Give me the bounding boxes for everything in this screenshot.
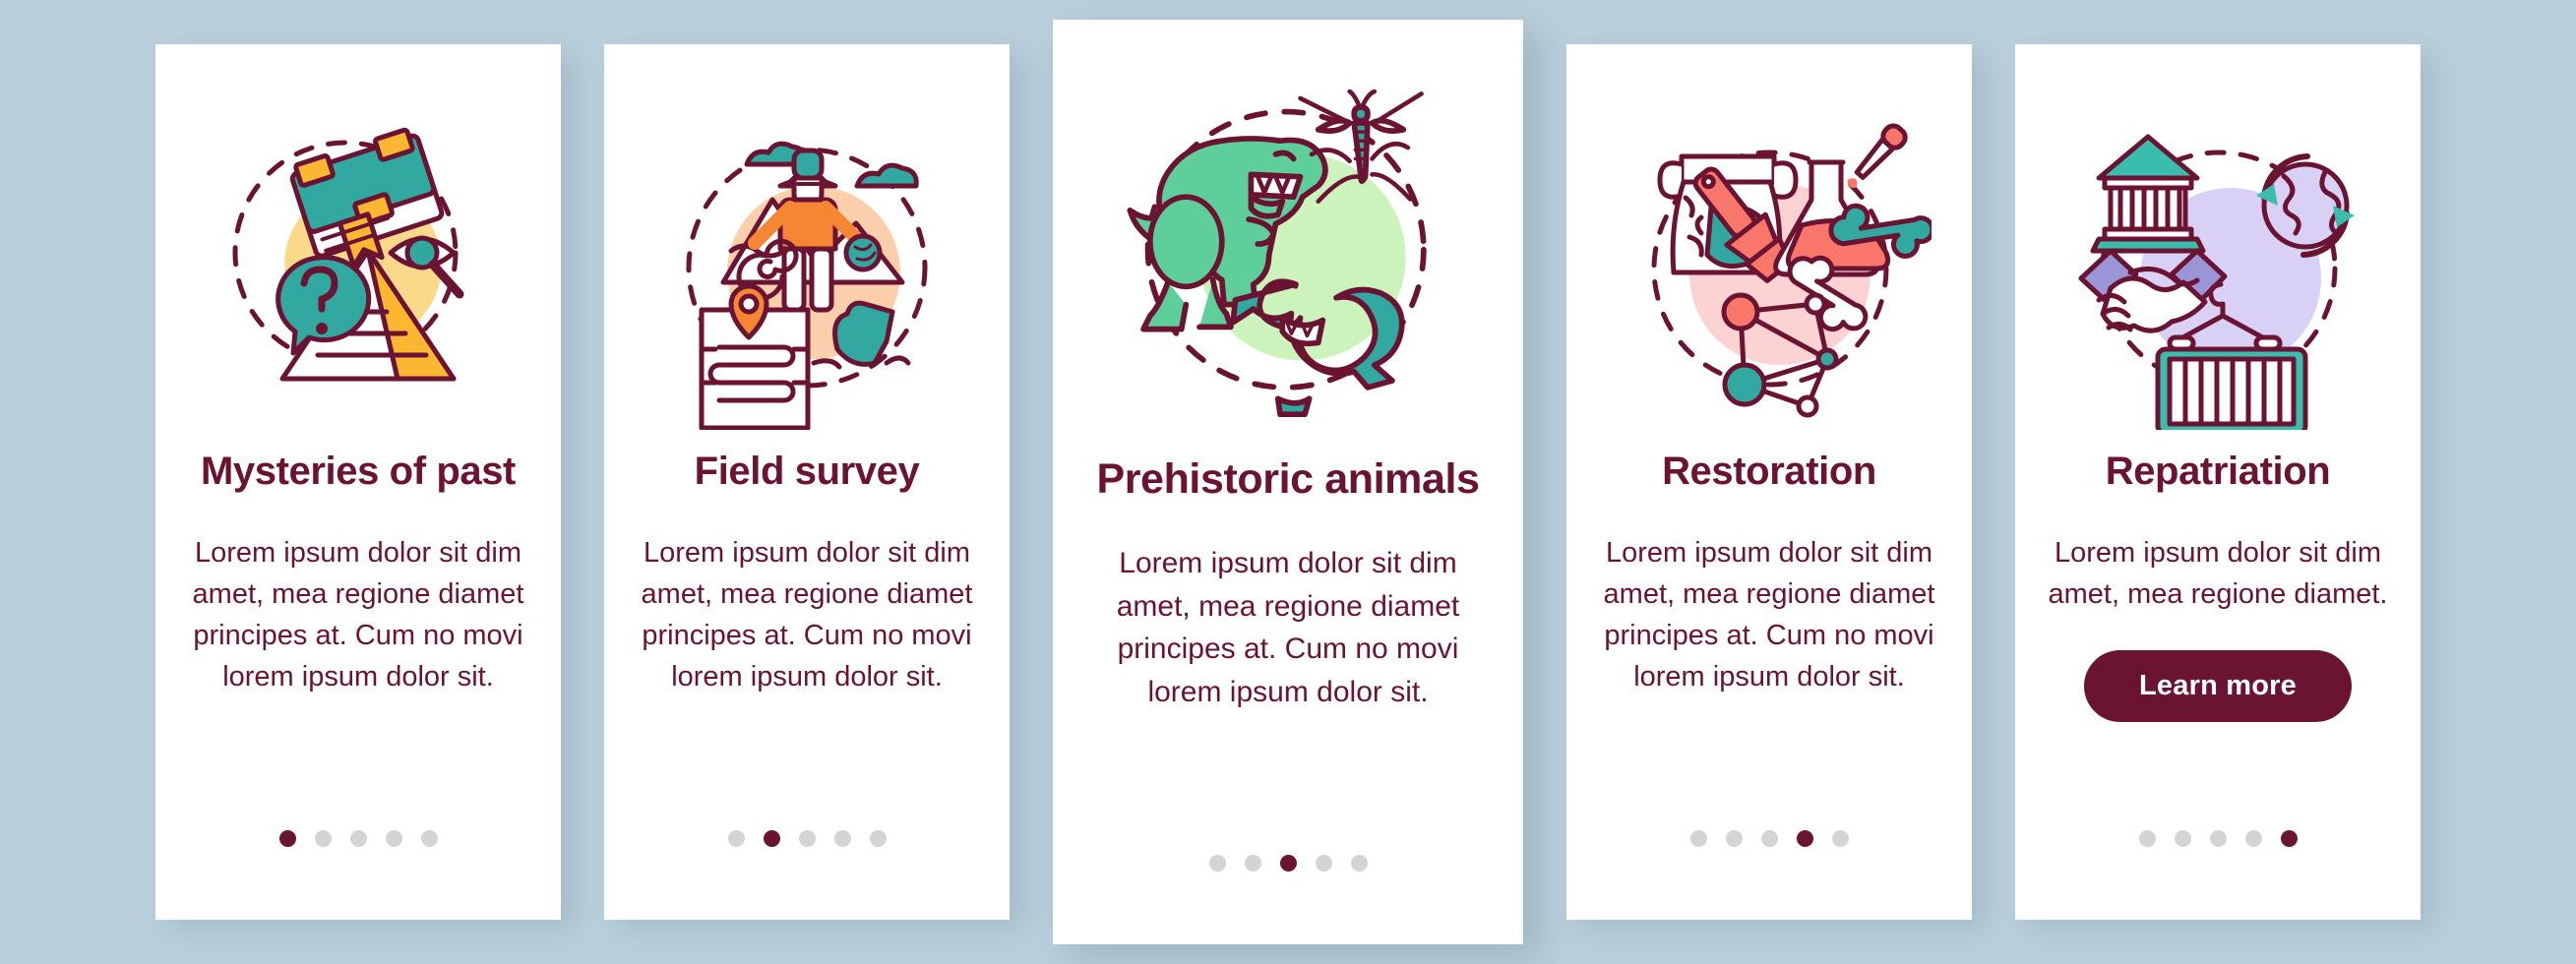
pagination-dot[interactable] xyxy=(278,830,296,847)
card-title: Mysteries of past xyxy=(201,450,516,493)
pagination-dot[interactable] xyxy=(833,830,851,847)
pagination-dot[interactable] xyxy=(2138,830,2156,847)
onboarding-card-field-survey[interactable]: Field survey Lorem ipsum dolor sit dim a… xyxy=(604,44,1010,920)
pagination-dot[interactable] xyxy=(2174,830,2191,847)
pagination-dots[interactable] xyxy=(2138,830,2298,847)
pagination-dot[interactable] xyxy=(1350,855,1368,872)
card-title: Restoration xyxy=(1662,450,1876,493)
pagination-dot[interactable] xyxy=(1208,855,1226,872)
pagination-dot[interactable] xyxy=(1760,830,1778,847)
pagination-dot[interactable] xyxy=(1831,830,1849,847)
pagination-dot[interactable] xyxy=(1689,830,1707,847)
onboarding-card-restoration[interactable]: Restoration Lorem ipsum dolor sit dim am… xyxy=(1566,44,1972,920)
card-body-text: Lorem ipsum dolor sit dim amet, mea regi… xyxy=(641,537,973,693)
card-title: Repatriation xyxy=(2105,450,2331,493)
pagination-dots[interactable] xyxy=(1208,855,1368,872)
pagination-dots[interactable] xyxy=(727,830,887,847)
card-body-text: Lorem ipsum dolor sit dim amet, mea regi… xyxy=(1603,537,1935,693)
pagination-dot[interactable] xyxy=(727,830,745,847)
pagination-dot[interactable] xyxy=(763,830,780,847)
pagination-dot[interactable] xyxy=(2209,830,2227,847)
pagination-dot[interactable] xyxy=(420,830,438,847)
pagination-dot[interactable] xyxy=(1725,830,1743,847)
onboarding-card-repatriation[interactable]: Repatriation Lorem ipsum dolor sit dim a… xyxy=(2015,44,2421,920)
pagination-dot[interactable] xyxy=(349,830,367,847)
book-question-pyramid-magnifier-icon xyxy=(196,105,521,430)
pagination-dot[interactable] xyxy=(385,830,402,847)
pagination-dot[interactable] xyxy=(2244,830,2262,847)
pagination-dot[interactable] xyxy=(1796,830,1813,847)
card-body-text: Lorem ipsum dolor sit dim amet, mea regi… xyxy=(2048,537,2388,611)
explorer-mountains-map-artifact-icon xyxy=(644,105,969,430)
onboarding-screens-row: Mysteries of past Lorem ipsum dolor sit … xyxy=(0,0,2576,964)
pagination-dots[interactable] xyxy=(278,830,438,847)
pagination-dot[interactable] xyxy=(1244,855,1261,872)
pagination-dot[interactable] xyxy=(1315,855,1332,872)
onboarding-card-mysteries-of-past[interactable]: Mysteries of past Lorem ipsum dolor sit … xyxy=(155,44,561,920)
dinosaur-sea-serpent-mosquito-icon xyxy=(1103,67,1473,437)
museum-handshake-globe-crate-icon xyxy=(2055,105,2380,430)
card-body-text: Lorem ipsum dolor sit dim amet, mea regi… xyxy=(192,537,524,693)
pagination-dots[interactable] xyxy=(1689,830,1849,847)
pagination-dot[interactable] xyxy=(314,830,332,847)
card-title: Field survey xyxy=(694,450,920,493)
pagination-dot[interactable] xyxy=(869,830,887,847)
card-title: Prehistoric animals xyxy=(1096,455,1480,503)
pagination-dot[interactable] xyxy=(1279,855,1297,872)
onboarding-card-prehistoric-animals[interactable]: Prehistoric animals Lorem ipsum dolor si… xyxy=(1053,20,1523,944)
pagination-dot[interactable] xyxy=(2280,830,2298,847)
amphora-brush-flask-bones-molecule-icon xyxy=(1607,105,1932,430)
pagination-dot[interactable] xyxy=(798,830,816,847)
card-body-text: Lorem ipsum dolor sit dim amet, mea regi… xyxy=(1116,547,1460,708)
learn-more-button[interactable]: Learn more xyxy=(2084,650,2352,723)
